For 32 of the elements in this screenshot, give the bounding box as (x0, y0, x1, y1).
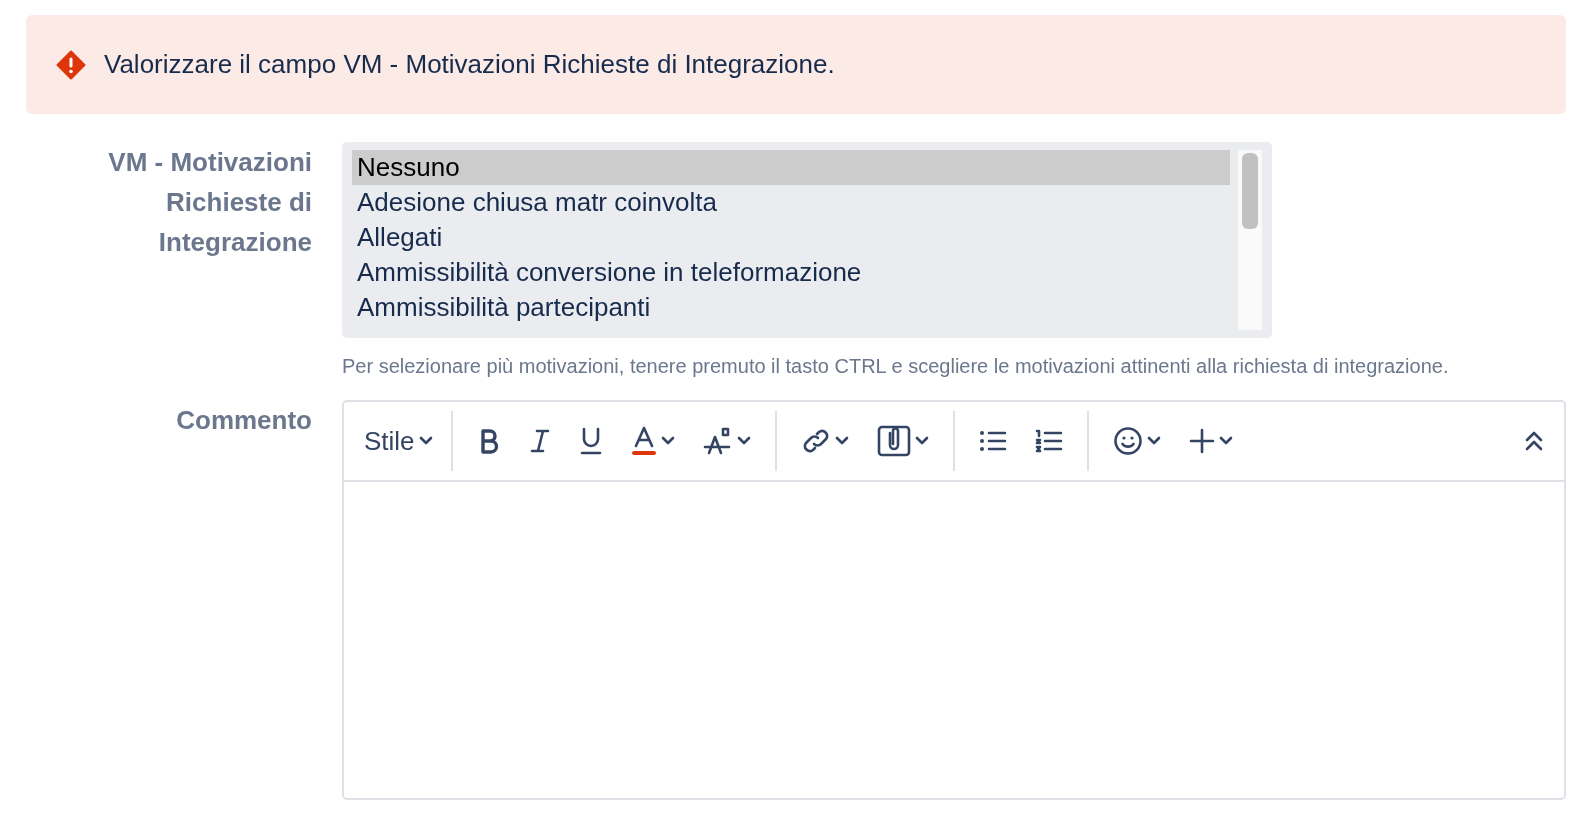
list-option[interactable]: Adesione chiusa matr coinvolta (352, 185, 1230, 220)
alert-message: Valorizzare il campo VM - Motivazioni Richieste di Integrazione. (104, 48, 835, 81)
smiley-icon (1112, 426, 1143, 456)
multi-select-list[interactable]: Nessuno Adesione chiusa matr coinvolta Allegati Ammissibilità conversione in teleformazione Ammissibilità partecipanti (342, 142, 1272, 338)
warning-icon (56, 49, 86, 80)
caret-icon (736, 436, 751, 446)
caret-icon (914, 436, 929, 446)
list-option[interactable]: Allegati (352, 220, 1230, 255)
field-label: Commento (175, 404, 312, 437)
caret-icon (834, 436, 849, 446)
caret-icon (418, 436, 433, 446)
list-option[interactable]: Ammissibilità conversione in teleformazione (352, 255, 1230, 290)
text-format-icon (702, 427, 733, 455)
plus-icon (1188, 428, 1215, 454)
paperclip-icon (876, 425, 911, 457)
field-label: VM - Motivazioni Richieste di Integrazione (107, 146, 312, 259)
comment-editor[interactable]: Stile (342, 400, 1566, 800)
scrollbar[interactable] (1238, 150, 1262, 330)
style-dropdown[interactable]: Stile (356, 417, 441, 465)
caret-icon (1146, 436, 1161, 446)
help-text: Per selezionare più motivazioni, tenere premuto il tasto CTRL e scegliere le motivazioni attinenti alla richiesta di integrazione. (342, 354, 1450, 379)
caret-icon (1218, 436, 1233, 446)
double-chevron-up-icon (1524, 429, 1544, 453)
list-option[interactable]: Ammissibilità partecipanti (352, 290, 1230, 325)
text-color-icon (630, 426, 657, 456)
bullet-list-icon (978, 429, 1007, 453)
caret-icon (660, 436, 675, 446)
list-option[interactable]: Nessuno (352, 150, 1230, 185)
underline-icon (578, 427, 603, 455)
link-icon (800, 427, 831, 455)
numbered-list-icon (1034, 429, 1063, 453)
italic-icon (528, 428, 551, 454)
